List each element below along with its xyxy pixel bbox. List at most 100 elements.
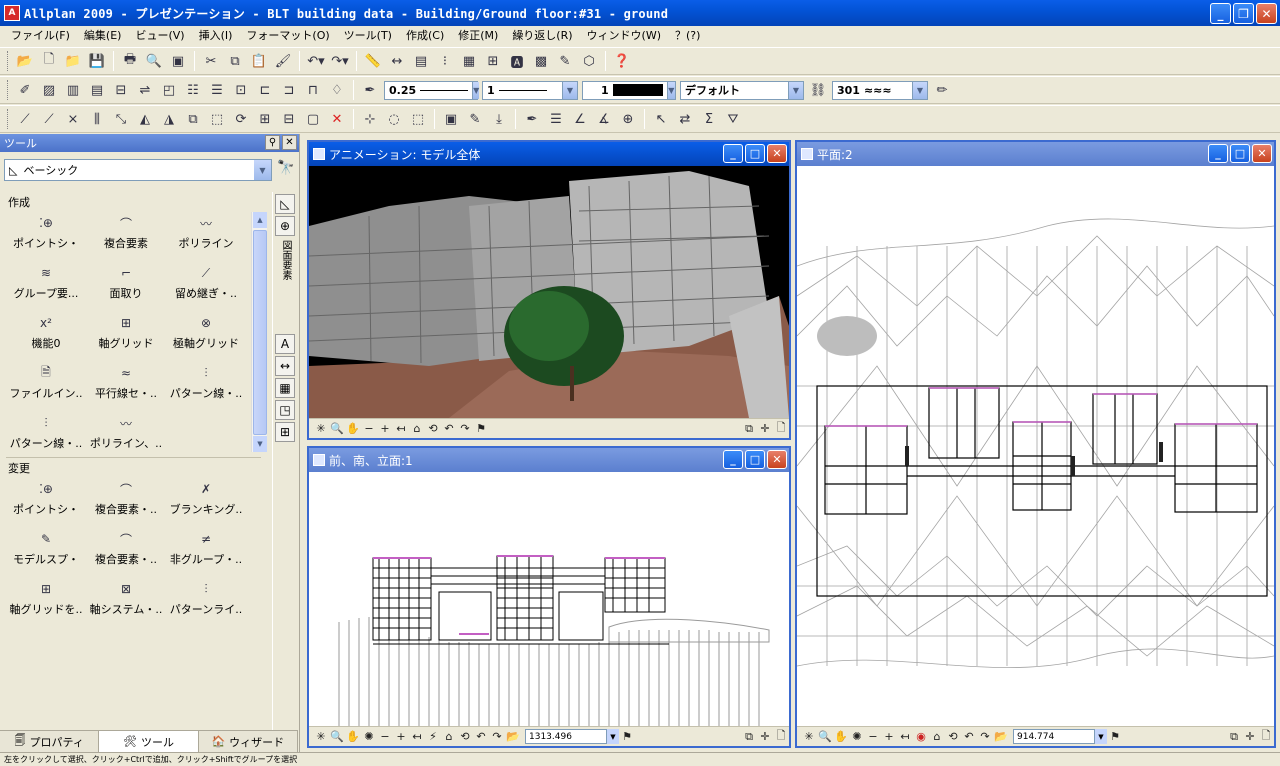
chain-icon[interactable]: ⛓ (807, 79, 829, 101)
new-file-icon[interactable]: 🗋 (38, 50, 60, 72)
modify-tool[interactable]: ⊠ 軸システム・.. (86, 576, 166, 626)
redo-icon[interactable]: ↷▾ (329, 50, 351, 72)
tool-family-select[interactable]: ◺ ベーシック ▼ (4, 159, 272, 181)
zoom-in-icon[interactable]: + (881, 730, 897, 743)
create-tool[interactable]: ⫶ パターン線・.. (166, 360, 246, 410)
close-button[interactable]: ✕ (767, 450, 787, 469)
split-view-icon[interactable]: ✛ (1242, 730, 1258, 743)
zoom-scale-input[interactable]: 914.774 (1013, 729, 1095, 744)
mirror-copy-icon[interactable]: ◮ (158, 108, 180, 130)
close-icon[interactable]: ✕ (282, 135, 297, 150)
tab-wizard[interactable]: 🏠 ウィザード (198, 731, 298, 752)
plus-icon[interactable]: ⊕ (275, 216, 295, 236)
flag-icon[interactable]: ⚑ (619, 730, 635, 743)
undo-view-icon[interactable]: ↶ (473, 730, 489, 743)
measure-icon[interactable]: 📏 (362, 50, 384, 72)
create-tool[interactable]: ⊗ 極軸グリッド (166, 310, 246, 360)
minimize-button[interactable]: _ (1210, 3, 1231, 24)
close-button[interactable]: ✕ (767, 144, 787, 163)
dimension-icon[interactable]: ↔ (386, 50, 408, 72)
plan-viewport[interactable]: 平面:2 _ □ ✕ ✳ 🔍 ✋ ✺ − + ↤ ◉ ⌂ ⟲ ↶ ↷ 📂 914… (795, 140, 1276, 748)
camera-icon[interactable]: ⌂ (929, 730, 945, 743)
pattern-select[interactable]: 301 ≈≈≈ ▼ (832, 80, 928, 100)
plan-drawing[interactable] (797, 166, 1274, 726)
create-tool[interactable]: 🗎 ファイルイン.. (6, 360, 86, 410)
zoom-out-icon[interactable]: − (361, 422, 377, 435)
help-icon[interactable]: ❓ (611, 50, 633, 72)
text-icon[interactable]: 🅰 (506, 50, 528, 72)
rotate-view-icon[interactable]: ⟲ (425, 422, 441, 435)
wall-icon[interactable]: ☷ (182, 79, 204, 101)
bitmap-icon[interactable]: ⊟ (110, 79, 132, 101)
pencil-icon[interactable]: ✏ (931, 79, 953, 101)
pan-hand-icon[interactable]: ✋ (345, 422, 361, 435)
stair-icon[interactable]: ☰ (206, 79, 228, 101)
layout-icon[interactable]: ▣ (167, 50, 189, 72)
sum-icon[interactable]: Σ (698, 108, 720, 130)
paste-icon[interactable]: 📋 (248, 50, 270, 72)
angle-icon[interactable]: ∠ (569, 108, 591, 130)
trim-icon[interactable]: ⟋ (14, 108, 36, 130)
open-view-icon[interactable]: 📂 (993, 730, 1009, 743)
sun-icon[interactable]: ✺ (361, 730, 377, 743)
copy-elements-icon[interactable]: ⧉ (182, 108, 204, 130)
offset-icon[interactable]: ⫼ (86, 108, 108, 130)
page-icon[interactable]: 🗋 (773, 419, 789, 438)
angle-mod-icon[interactable]: ∡ (593, 108, 615, 130)
match-props-icon[interactable]: ⤓ (488, 108, 510, 130)
previous-view-icon[interactable]: ↤ (897, 730, 913, 743)
create-tool[interactable]: ⁚⊕ ポイントシ・ (6, 210, 86, 260)
lines-icon[interactable]: ☰ (545, 108, 567, 130)
stretch-icon[interactable]: ⤡ (110, 108, 132, 130)
layer-select[interactable]: デフォルト ▼ (680, 80, 804, 100)
print-icon[interactable]: 🖶 (119, 50, 141, 72)
chevron-down-icon[interactable]: ▼ (254, 160, 271, 180)
create-tool[interactable]: x² 機能0 (6, 310, 86, 360)
menu-tools[interactable]: ツール(T) (337, 26, 399, 46)
move-icon[interactable]: ⬚ (206, 108, 228, 130)
fill-icon[interactable]: ▤ (86, 79, 108, 101)
save-icon[interactable]: 💾 (86, 50, 108, 72)
properties-icon[interactable]: ▣ (440, 108, 462, 130)
room-icon[interactable]: ⊡ (230, 79, 252, 101)
modify-tool[interactable]: ✗ ブランキング.. (166, 476, 246, 526)
pan-hand-icon[interactable]: ✋ (345, 730, 361, 743)
pen-icon[interactable]: ✒ (359, 79, 381, 101)
cube-icon[interactable]: ⬡ (578, 50, 600, 72)
split-view-icon[interactable]: ✛ (757, 730, 773, 743)
text-a-icon[interactable]: A (275, 334, 295, 354)
chevron-down-icon[interactable]: ▼ (1095, 729, 1107, 744)
tab-tools[interactable]: 🛠 ツール (99, 731, 199, 752)
flag-icon[interactable]: ⚑ (1107, 730, 1123, 743)
extend-icon[interactable]: ⟋ (38, 108, 60, 130)
modify-tool[interactable]: ⌒ 複合要素・.. (86, 526, 166, 576)
modify-tool[interactable]: ✎ モデルスプ・ (6, 526, 86, 576)
menu-repeat[interactable]: 繰り返し(R) (505, 26, 579, 46)
snap-box-icon[interactable]: ⬚ (407, 108, 429, 130)
mirror-icon[interactable]: ⇌ (134, 79, 156, 101)
print-preview-icon[interactable]: 🔍 (143, 50, 165, 72)
line-type-select[interactable]: 1 ▼ (482, 80, 578, 100)
layer-icon[interactable]: ▦ (275, 378, 295, 398)
restore-button[interactable]: ❐ (1233, 3, 1254, 24)
toolbar-grip[interactable] (7, 51, 10, 71)
opening-icon[interactable]: ⊏ (254, 79, 276, 101)
create-tool[interactable]: ⫶ パターン線・.. (6, 410, 86, 460)
ruler-icon[interactable]: ▤ (410, 50, 432, 72)
create-tool[interactable]: 〰ポリライン、.. (86, 410, 166, 460)
zoom-icon[interactable]: 🔍 (329, 730, 345, 743)
open-file-icon[interactable]: 📁 (62, 50, 84, 72)
chevron-down-icon[interactable]: ▼ (607, 729, 619, 744)
create-tool[interactable]: 〰ポリライン (166, 210, 246, 260)
window-icon[interactable]: ◳ (275, 400, 295, 420)
sketch-icon[interactable]: ◺ (275, 194, 295, 214)
camera-icon[interactable]: ⌂ (441, 730, 457, 743)
undo-icon[interactable]: ↶▾ (305, 50, 327, 72)
render-icon[interactable]: ◉ (913, 730, 929, 743)
zoom-out-icon[interactable]: − (377, 730, 393, 743)
create-tool[interactable]: ≋ グループ要... (6, 260, 86, 310)
menu-help[interactable]: ？(?) (668, 26, 707, 46)
rotate-view-icon[interactable]: ⟲ (945, 730, 961, 743)
chevron-down-icon[interactable]: ▼ (666, 81, 675, 99)
camera-icon[interactable]: ⌂ (409, 422, 425, 435)
